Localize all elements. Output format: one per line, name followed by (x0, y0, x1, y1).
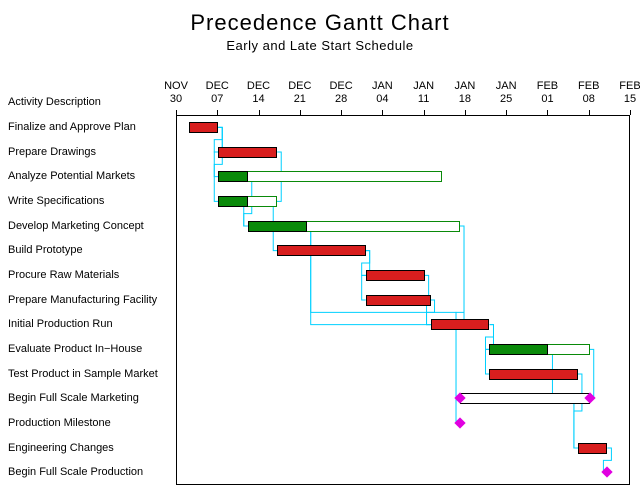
x-tick: JAN18 (445, 80, 485, 106)
activity-label: Develop Marketing Concept (8, 220, 173, 232)
gantt-bar (277, 245, 365, 256)
yaxis-title: Activity Description (8, 96, 101, 108)
activity-label: Initial Production Run (8, 318, 173, 330)
x-tick: FEB15 (610, 80, 640, 106)
x-tick-day: 30 (170, 93, 182, 105)
activity-label: Analyze Potential Markets (8, 170, 173, 182)
activity-label: Finalize and Approve Plan (8, 121, 173, 133)
dependency-link (214, 127, 222, 201)
x-tickmark (547, 110, 548, 115)
gantt-bar (366, 270, 425, 281)
gantt-bar (218, 171, 247, 182)
gantt-bar (189, 122, 218, 133)
dependency-link-late (456, 226, 464, 399)
milestone-diamond (602, 466, 613, 477)
gantt-bar (489, 344, 548, 355)
gantt-bar (460, 393, 590, 404)
x-tick: DEC28 (321, 80, 361, 106)
x-tick-day: 11 (418, 93, 429, 105)
activity-label: Begin Full Scale Production (8, 466, 173, 478)
x-tick-month: DEC (329, 80, 352, 92)
x-tickmark (506, 110, 507, 115)
activity-label: Build Prototype (8, 244, 173, 256)
x-tickmark (630, 110, 631, 115)
activity-label: Prepare Drawings (8, 146, 173, 158)
gantt-bar (218, 147, 277, 158)
x-tick-month: DEC (288, 80, 311, 92)
milestone-diamond (454, 417, 465, 428)
plot-area (176, 115, 630, 485)
gantt-chart: Precedence Gantt Chart Early and Late St… (0, 0, 640, 500)
x-tick-day: 07 (211, 93, 223, 105)
gantt-bar (248, 221, 307, 232)
x-tick: DEC07 (197, 80, 237, 106)
gantt-bar (218, 196, 247, 207)
x-tick-month: DEC (247, 80, 270, 92)
x-tick-day: 15 (624, 93, 636, 105)
x-tick-month: JAN (372, 80, 393, 92)
x-tickmark (176, 110, 177, 115)
x-tick-day: 28 (335, 93, 347, 105)
x-tick-day: 04 (376, 93, 388, 105)
x-tick: DEC14 (239, 80, 279, 106)
activity-label: Production Milestone (8, 417, 173, 429)
activity-label: Test Product in Sample Market (8, 368, 173, 380)
x-tick-month: FEB (619, 80, 640, 92)
x-tick-month: JAN (496, 80, 517, 92)
x-tick-day: 18 (459, 93, 471, 105)
chart-title: Precedence Gantt Chart (0, 10, 640, 36)
chart-subtitle: Early and Late Start Schedule (0, 38, 640, 53)
x-tick: DEC21 (280, 80, 320, 106)
x-tickmark (589, 110, 590, 115)
x-tick-month: JAN (413, 80, 434, 92)
dependency-link (574, 374, 582, 448)
x-tick: JAN11 (404, 80, 444, 106)
gantt-bar (218, 171, 442, 182)
x-tickmark (300, 110, 301, 115)
activity-label: Procure Raw Materials (8, 269, 173, 281)
x-tick: JAN04 (362, 80, 402, 106)
x-tick-month: FEB (578, 80, 599, 92)
x-tickmark (382, 110, 383, 115)
x-tick: FEB01 (527, 80, 567, 106)
x-tick-day: 25 (500, 93, 512, 105)
x-tickmark (341, 110, 342, 115)
x-tickmark (424, 110, 425, 115)
x-tick-month: NOV (164, 80, 188, 92)
gantt-bar (431, 319, 490, 330)
activity-label: Engineering Changes (8, 442, 173, 454)
x-tick-day: 01 (541, 93, 553, 105)
x-tick: NOV30 (156, 80, 196, 106)
gantt-bar (578, 443, 607, 454)
gantt-bar (366, 295, 431, 306)
x-tickmark (259, 110, 260, 115)
x-tick-day: 21 (294, 93, 306, 105)
x-tick-day: 08 (583, 93, 595, 105)
x-tick-month: FEB (537, 80, 558, 92)
x-tick-month: DEC (206, 80, 229, 92)
x-tick: JAN25 (486, 80, 526, 106)
x-tick-month: JAN (455, 80, 476, 92)
x-tickmark (217, 110, 218, 115)
x-axis-ticks: NOV30DEC07DEC14DEC21DEC28JAN04JAN11JAN18… (176, 80, 630, 112)
x-tick: FEB08 (569, 80, 609, 106)
activity-label: Write Specifications (8, 195, 173, 207)
x-tickmark (465, 110, 466, 115)
activity-label: Evaluate Product In−House (8, 343, 173, 355)
activity-label: Prepare Manufacturing Facility (8, 294, 173, 306)
activity-label: Begin Full Scale Marketing (8, 392, 173, 404)
gantt-bar (489, 369, 577, 380)
x-tick-day: 14 (252, 93, 264, 105)
